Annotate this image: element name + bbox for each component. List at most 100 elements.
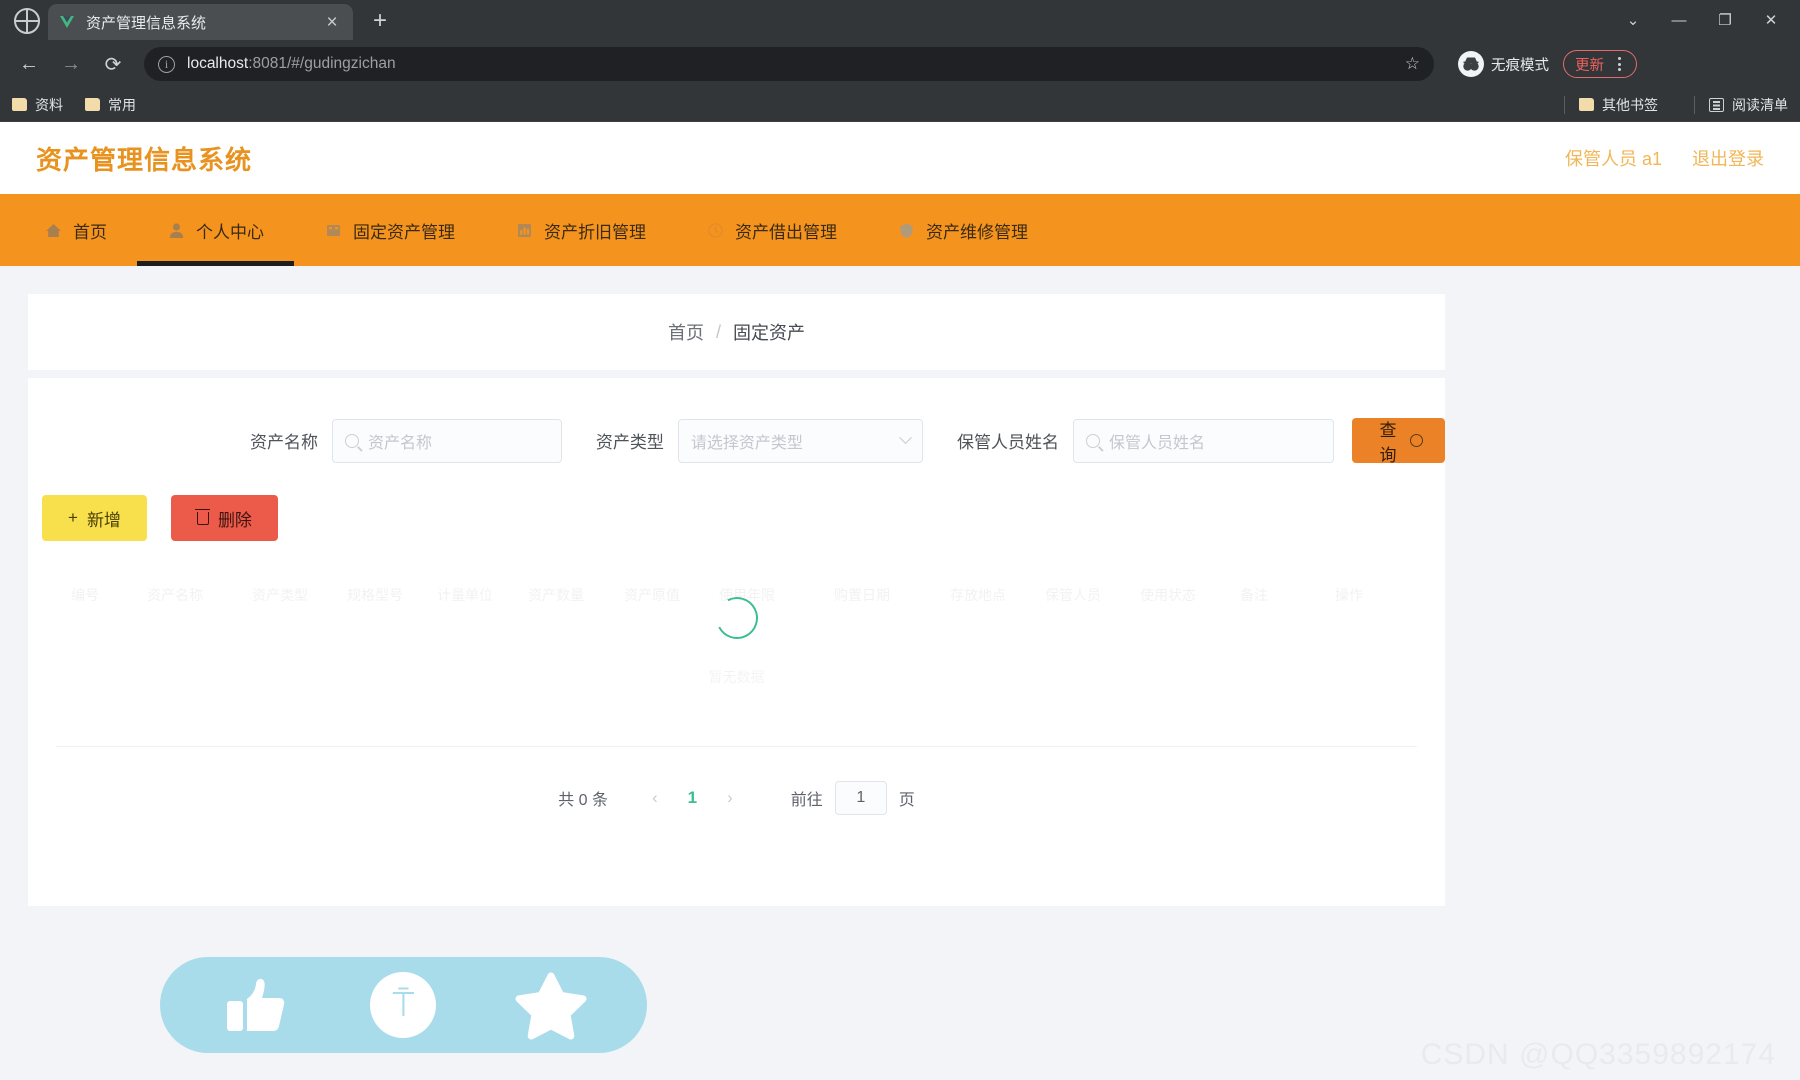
loading-spinner-icon [710,591,763,645]
keeper-name-label: 保管人员姓名 [956,433,1059,452]
tab-close-icon[interactable]: × [321,13,343,32]
folder-icon [12,98,27,111]
nav-item-maintenance-management[interactable]: 资产维修管理 [867,194,1058,266]
bookmarks-bar: 资料 常用 其他书签 阅读清单 [0,88,1800,122]
breadcrumb-separator: / [715,321,721,342]
url-path: :8081/#/gudingzichan [248,55,396,72]
favorite-button[interactable] [512,966,590,1044]
nav-label: 资产折旧管理 [544,222,646,242]
star-icon [514,968,588,1042]
keeper-name-input[interactable]: 保管人员姓名 [1072,418,1335,463]
delete-button[interactable]: 删除 [170,495,278,541]
nav-item-fixed-asset-management[interactable]: 固定资产管理 [294,194,485,266]
maximize-icon[interactable]: ❐ [1702,2,1748,38]
window-controls: ⌄ — ❐ ✕ [1610,0,1800,40]
plus-icon: + [68,508,78,527]
table-empty-text: 暂无数据 [708,669,765,685]
divider [1564,95,1565,114]
add-button[interactable]: + 新增 [42,495,147,541]
asset-table: 编号 资产名称 资产类型 规格型号 计量单位 资产数量 资产原值 使用年限 购置… [28,575,1445,747]
update-button[interactable]: 更新 [1563,50,1637,78]
bookmark-item[interactable]: 常用 [85,95,136,115]
nav-item-depreciation-management[interactable]: 资产折旧管理 [485,194,676,266]
breadcrumb-panel: 首页 / 固定资产 [28,294,1445,370]
pagination-prev-icon[interactable]: ‹ [636,788,674,808]
like-button[interactable] [217,966,295,1044]
pagination-total: 共 0 条 [558,792,608,809]
clock-icon [706,221,725,240]
search-icon [345,433,359,448]
address-bar[interactable]: i localhost:8081/#/gudingzichan ☆ [144,47,1434,81]
incognito-indicator[interactable]: 无痕模式 [1458,51,1549,77]
logout-button[interactable]: 退出登录 [1692,145,1764,171]
asset-type-label: 资产类型 [595,433,664,452]
forward-icon[interactable]: → [54,47,88,81]
chrome-menu-icon[interactable] [1608,57,1630,71]
search-filter-form: 资产名称 资产名称 资产类型 请选择资产类型 保管人员姓名 保管人员姓名 查询 [28,406,1445,465]
header-user-area: 保管人员 a1 退出登录 [1565,145,1764,171]
breadcrumb: 首页 / 固定资产 [28,294,1445,370]
watermark: CSDN @QQ3359892174 [1420,1038,1776,1071]
coin-icon: ⍑ [370,972,437,1038]
nav-label: 首页 [73,222,107,242]
search-button-label: 查询 [1379,420,1397,465]
main-navigation: 首页 个人中心 固定资产管理 资产折旧管理 资产借出管理 资产维修管理 [0,194,1800,266]
new-tab-button[interactable]: + [363,4,397,38]
pagination-unit-label: 页 [898,792,915,809]
home-icon [44,221,63,240]
bookmark-star-icon[interactable]: ☆ [1405,54,1420,74]
breadcrumb-item-home[interactable]: 首页 [668,319,704,345]
browser-logo-icon [14,8,40,34]
nav-item-personal-center[interactable]: 个人中心 [137,194,294,266]
app-header: 资产管理信息系统 保管人员 a1 退出登录 [0,122,1800,194]
back-icon[interactable]: ← [12,47,46,81]
current-user-label[interactable]: 保管人员 a1 [1565,145,1662,171]
content-card: 资产名称 资产名称 资产类型 请选择资产类型 保管人员姓名 保管人员姓名 查询 [28,378,1445,906]
loading-overlay [28,591,1445,645]
keeper-name-placeholder: 保管人员姓名 [1108,434,1205,452]
nav-item-lending-management[interactable]: 资产借出管理 [676,194,867,266]
site-info-icon[interactable]: i [158,55,175,73]
tab-title: 资产管理信息系统 [86,14,207,32]
minimize-icon[interactable]: — [1656,2,1702,38]
action-toolbar: + 新增 删除 [28,463,1445,541]
thumbs-up-icon [219,968,293,1042]
pagination-goto-input[interactable]: 1 [834,781,887,815]
chevron-down-icon [899,431,912,445]
asset-type-select[interactable]: 请选择资产类型 [677,418,923,463]
search-icon [1085,433,1100,448]
table-bottom-divider [56,746,1417,747]
coin-button[interactable]: ⍑ [364,966,442,1044]
tab-strip: 资产管理信息系统 × + ⌄ — ❐ ✕ [0,0,1800,40]
asset-name-input[interactable]: 资产名称 [332,418,562,463]
reading-list-label: 阅读清单 [1732,96,1788,113]
reaction-bar: ⍑ [160,957,647,1053]
pagination-goto-label: 前往 [790,792,823,809]
url-text: localhost:8081/#/gudingzichan [187,55,396,73]
pagination-page-1[interactable]: 1 [674,788,711,808]
bookmark-label: 资料 [35,96,63,113]
shield-icon [897,221,916,240]
incognito-label: 无痕模式 [1491,57,1549,74]
nav-item-home[interactable]: 首页 [14,194,137,266]
incognito-icon [1458,51,1484,77]
search-spinner-icon [1410,434,1423,447]
reading-list-button[interactable]: 阅读清单 [1709,95,1788,115]
building-icon [324,221,343,240]
asset-name-placeholder: 资产名称 [368,434,433,452]
application-viewport: 资产管理信息系统 保管人员 a1 退出登录 首页 个人中心 固定资产管理 资产折… [0,122,1800,1080]
nav-label: 资产借出管理 [735,222,837,242]
folder-icon [1579,98,1594,111]
close-window-icon[interactable]: ✕ [1748,2,1794,38]
other-bookmarks-button[interactable]: 其他书签 [1579,95,1658,115]
bookmark-item[interactable]: 资料 [12,95,63,115]
nav-label: 资产维修管理 [926,222,1028,242]
pagination-next-icon[interactable]: › [711,788,749,808]
collapse-icon[interactable]: ⌄ [1610,2,1656,38]
reading-list-icon [1709,97,1724,112]
reload-icon[interactable]: ⟳ [96,47,130,81]
search-button[interactable]: 查询 [1352,418,1445,465]
browser-tab[interactable]: 资产管理信息系统 × [48,4,353,40]
folder-icon [85,98,100,111]
vue-favicon-icon [58,13,76,31]
